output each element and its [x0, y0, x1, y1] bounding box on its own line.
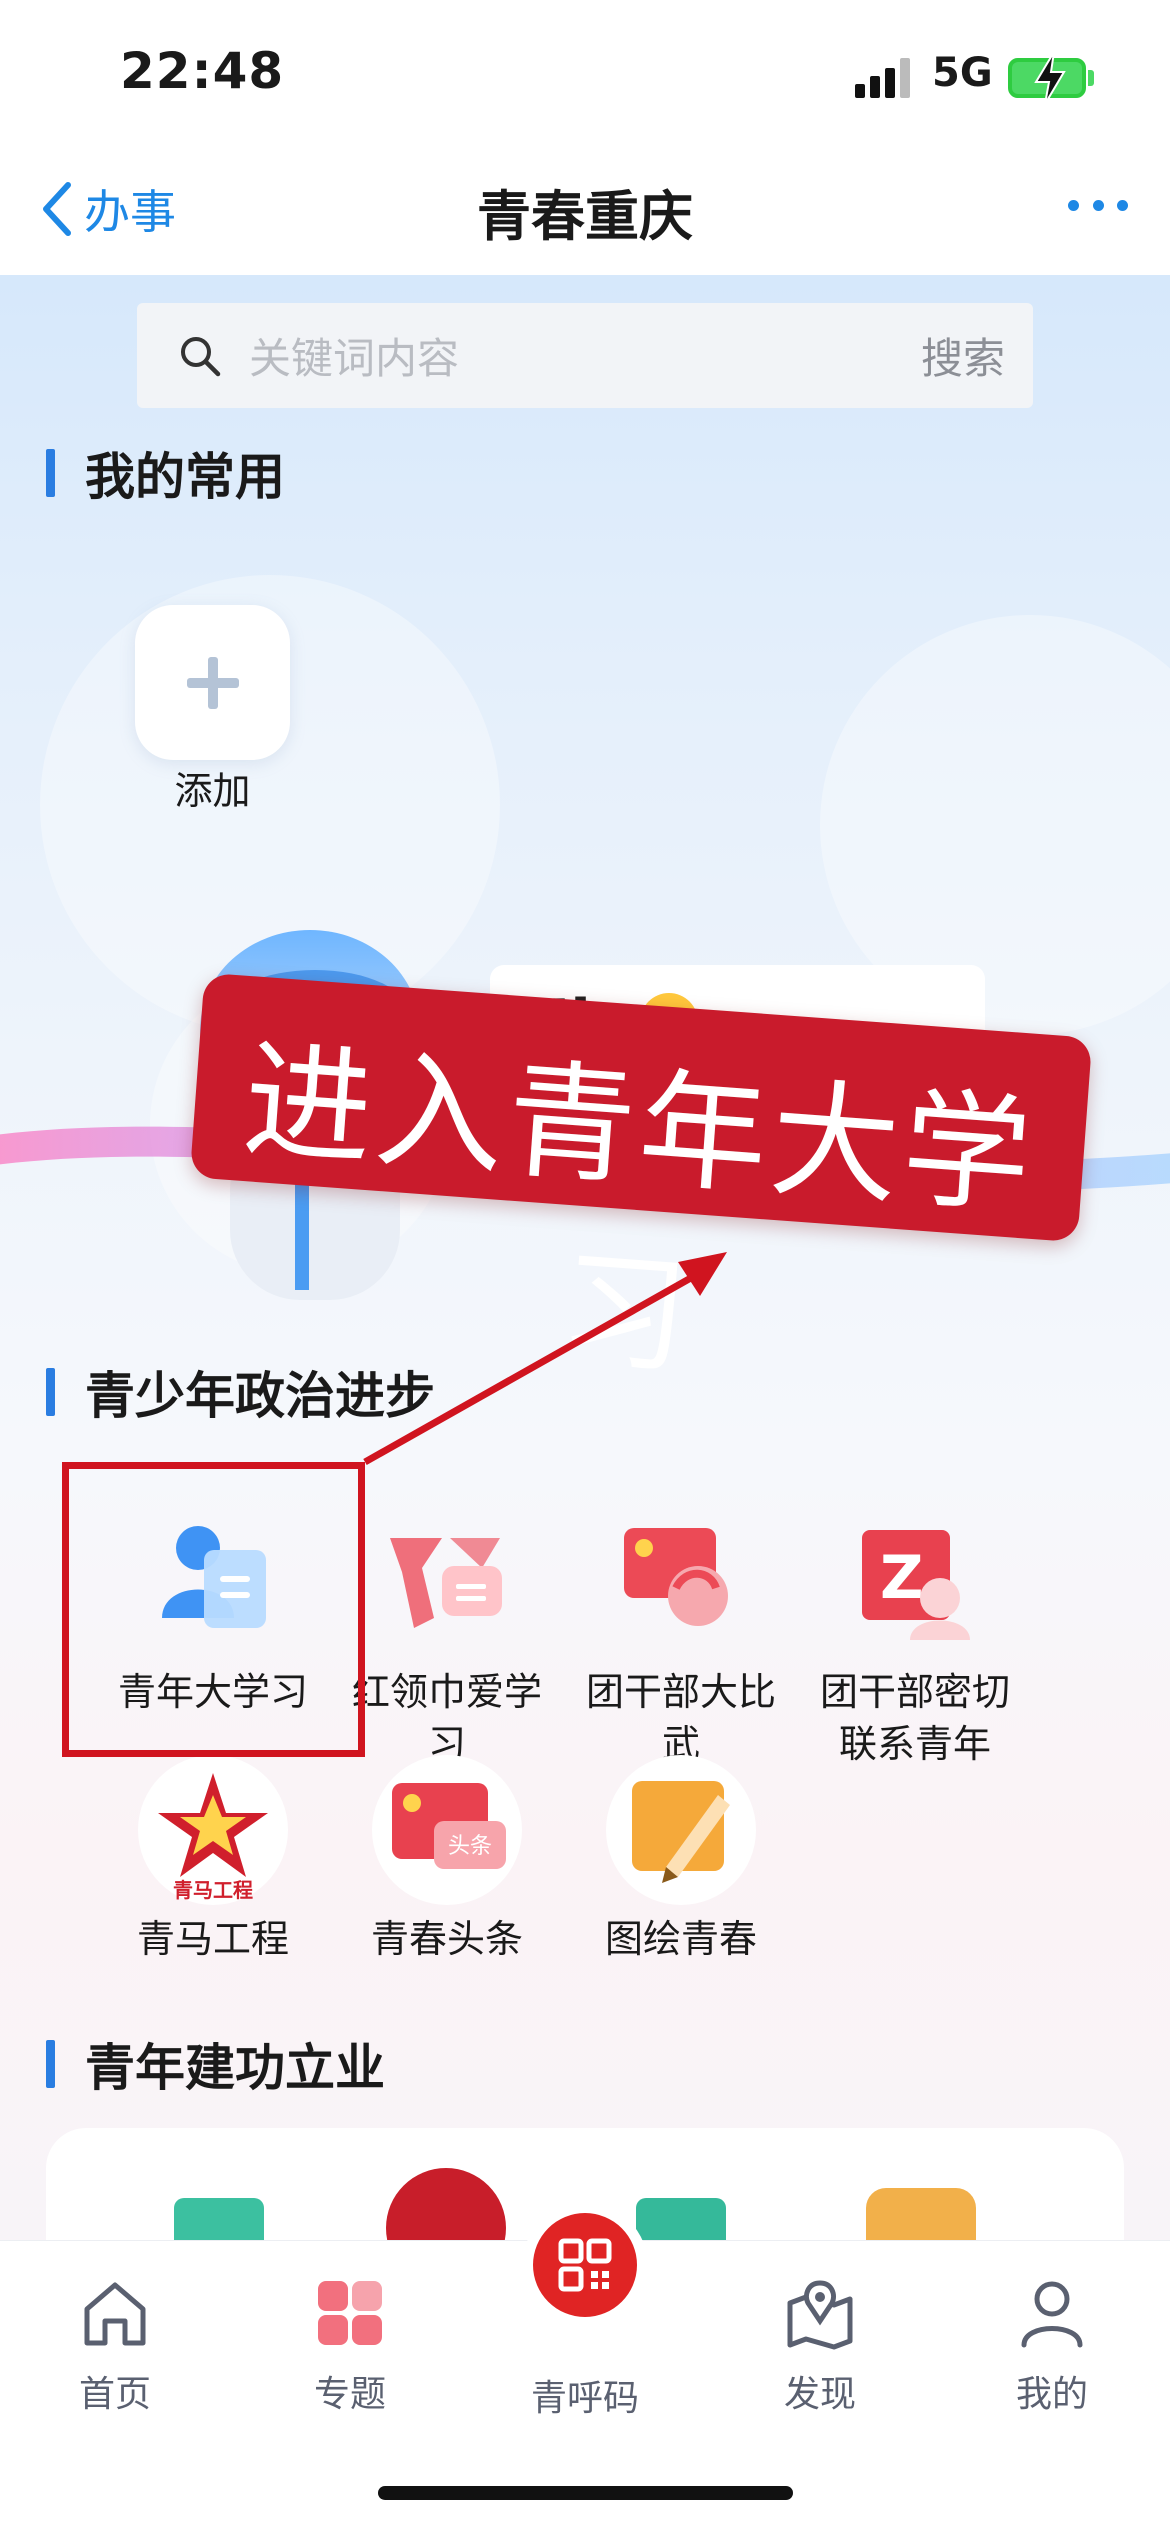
svg-text:Z: Z — [880, 1543, 924, 1613]
headline-badge-text: 头条 — [448, 1834, 492, 1859]
tab-label: 我的 — [1015, 2374, 1088, 2415]
grid-item-label: 青春头条 — [370, 1917, 523, 1961]
tab-label: 专题 — [313, 2374, 386, 2415]
nav-bar: 办事 青春重庆 — [0, 150, 1170, 275]
profile-icon — [1021, 2281, 1083, 2348]
topics-icon — [318, 2281, 382, 2345]
red-scarf-icon — [372, 1508, 522, 1658]
tab-label: 发现 — [783, 2374, 856, 2415]
qr-code-icon — [533, 2213, 637, 2317]
tab-discover[interactable]: 发现 — [730, 2273, 910, 2417]
section-title: 青少年政治进步 — [85, 1367, 435, 1425]
search-icon — [181, 337, 221, 377]
status-time: 22:48 — [120, 42, 285, 100]
charging-bolt-icon — [1034, 51, 1066, 105]
more-icon[interactable] — [1068, 190, 1128, 220]
network-label: 5G — [932, 50, 993, 96]
qingma-star-icon: 青马工程 — [138, 1755, 288, 1905]
add-favorite-button[interactable] — [135, 605, 290, 760]
section-politics: 青少年政治进步 — [46, 1362, 435, 1425]
search-button[interactable]: 搜索 — [921, 325, 1005, 386]
grid-item-red-scarf[interactable]: 红领巾爱学习 — [332, 1508, 562, 1770]
grid-item-label: 图绘青春 — [604, 1917, 757, 1961]
add-label: 添加 — [174, 769, 251, 813]
tab-label: 青呼码 — [530, 2378, 639, 2419]
grid-item-label: 团干部密切联系青年 — [820, 1670, 1011, 1766]
grid-item-headline[interactable]: 头条 青春头条 — [332, 1755, 562, 1965]
tab-label: 首页 — [78, 2374, 151, 2415]
headline-icon: 头条 — [372, 1755, 522, 1905]
section-career: 青年建功立业 — [46, 2034, 385, 2097]
section-favorites: 我的常用 — [46, 443, 285, 506]
section-title: 青年建功立业 — [85, 2039, 385, 2097]
signal-icon — [855, 58, 913, 98]
home-icon — [84, 2282, 146, 2346]
section-bar — [46, 449, 55, 497]
search-input[interactable]: 关键词内容 — [249, 325, 459, 386]
grid-item-contact-youth[interactable]: Z 团干部密切联系青年 — [800, 1508, 1030, 1770]
battery-tip — [1088, 70, 1094, 86]
discover-icon — [787, 2280, 853, 2350]
grid-item-drawing[interactable]: 图绘青春 — [566, 1755, 796, 1965]
plus-icon — [187, 657, 239, 709]
tab-profile[interactable]: 我的 — [962, 2273, 1142, 2417]
tab-home[interactable]: 首页 — [25, 2273, 205, 2417]
grid-item-label: 青马工程 — [136, 1917, 289, 1961]
section-bar — [46, 1368, 55, 1416]
contact-icon: Z — [840, 1508, 990, 1658]
annotation-highlight-box — [62, 1462, 365, 1757]
section-bar — [46, 2040, 55, 2088]
search-bar[interactable]: 关键词内容 搜索 — [137, 303, 1033, 408]
tab-topics[interactable]: 专题 — [260, 2273, 440, 2417]
qingma-logo-text: 青马工程 — [173, 1878, 253, 1902]
drawing-icon — [606, 1755, 756, 1905]
grid-item-qingma[interactable]: 青马工程 青马工程 — [98, 1755, 328, 1965]
page-title: 青春重庆 — [477, 185, 693, 248]
home-indicator[interactable] — [378, 2486, 793, 2500]
status-bar: 22:48 5G — [0, 0, 1170, 150]
grid-item-competition[interactable]: 团干部大比武 — [566, 1508, 796, 1770]
competition-icon — [606, 1508, 756, 1658]
section-title: 我的常用 — [85, 448, 285, 506]
